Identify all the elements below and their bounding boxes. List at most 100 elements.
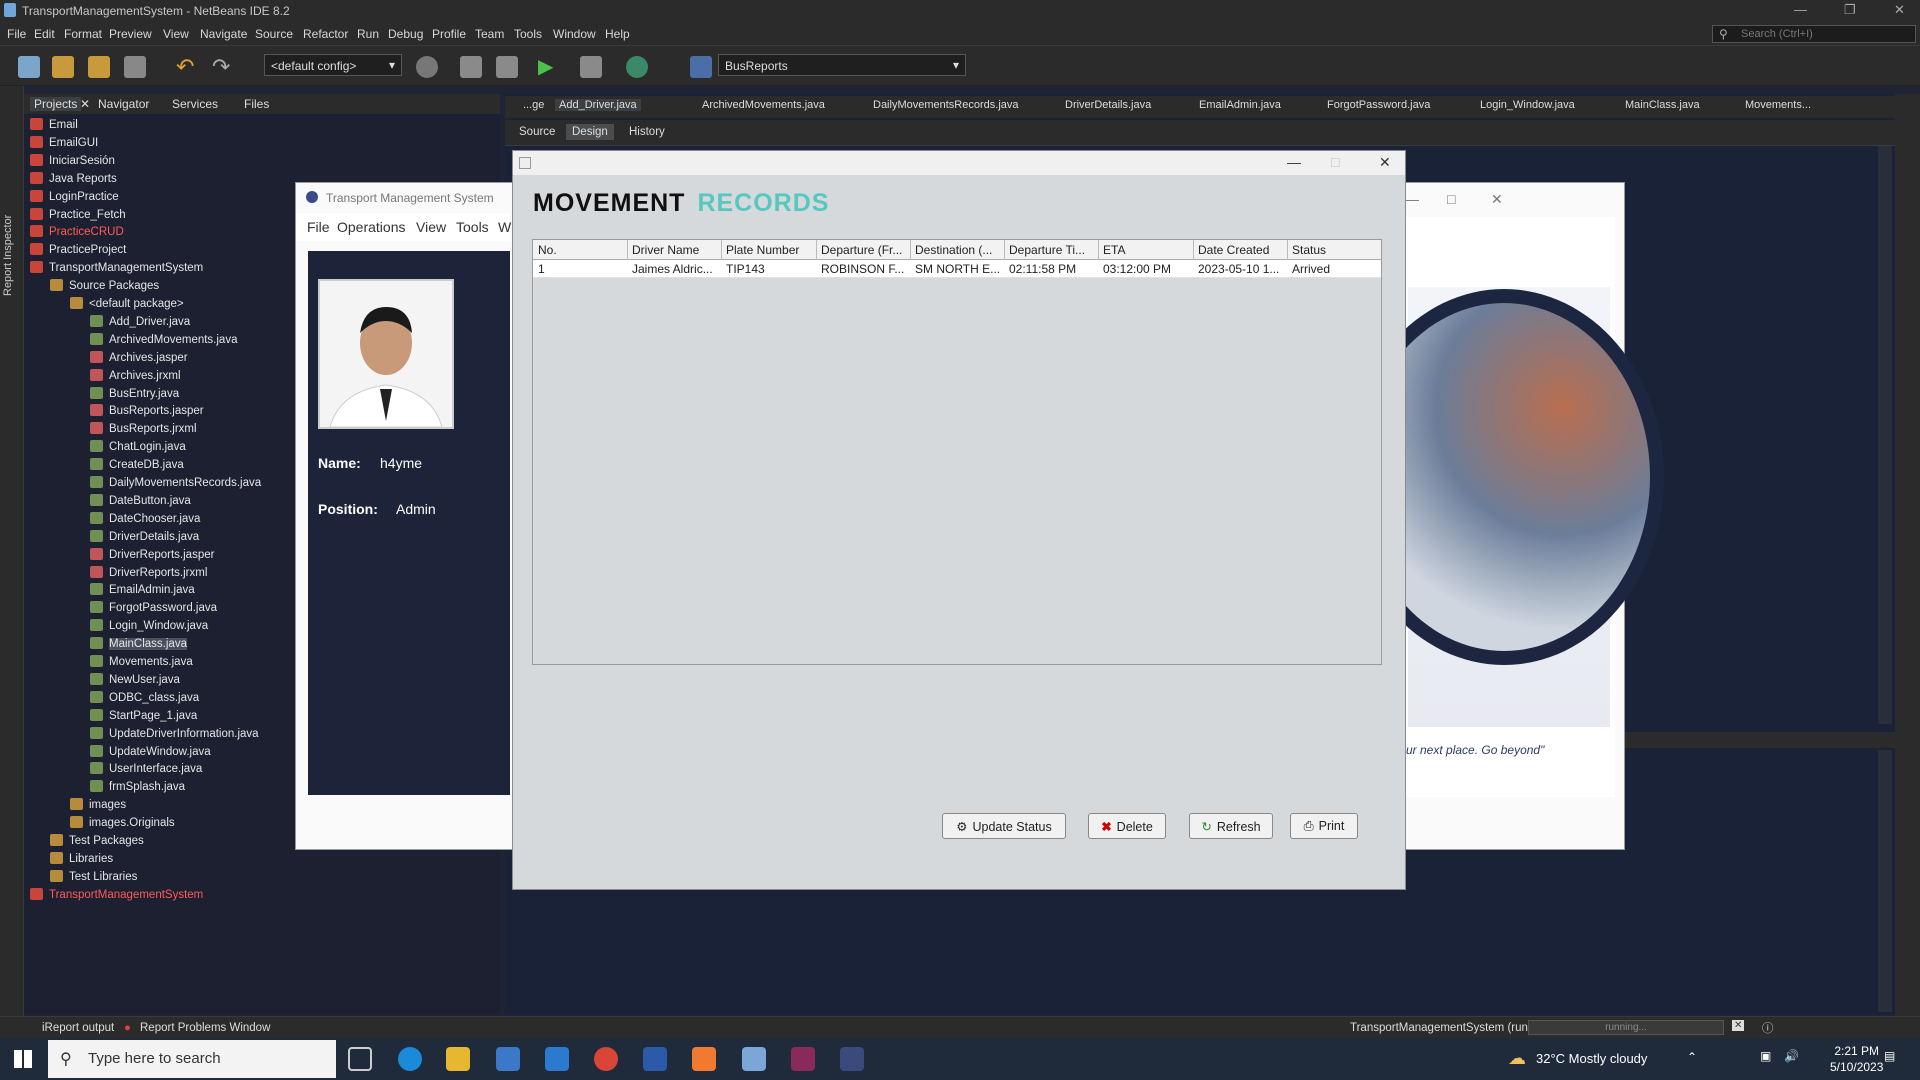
mail-icon[interactable] <box>545 1047 569 1071</box>
tree-item[interactable]: frmSplash.java <box>90 780 185 793</box>
tree-item[interactable]: PracticeCRUD <box>30 225 124 238</box>
menu-view[interactable]: View <box>163 27 189 41</box>
virtualbox-icon[interactable] <box>742 1047 766 1071</box>
tab-driver-details[interactable]: DriverDetails.java <box>1065 99 1151 111</box>
stop-run-icon[interactable]: ✕ <box>1732 1020 1745 1031</box>
source-button[interactable]: Source <box>513 124 561 140</box>
tab-login-window[interactable]: Login_Window.java <box>1480 99 1575 111</box>
tab-projects[interactable]: Projects <box>30 97 82 111</box>
menu-help[interactable]: Help <box>605 27 630 41</box>
editor-scrollbar[interactable] <box>1878 146 1892 724</box>
tree-item[interactable]: StartPage_1.java <box>90 708 197 722</box>
tree-item[interactable]: BusReports.jrxml <box>90 422 197 435</box>
tree-item[interactable]: CreateDB.java <box>90 458 184 471</box>
col-eta[interactable]: ETA <box>1103 243 1191 257</box>
report-icon[interactable] <box>690 56 712 78</box>
task-view-icon[interactable] <box>348 1047 372 1071</box>
menu-window[interactable]: Window <box>553 27 596 41</box>
network-icon[interactable]: ▣ <box>1760 1049 1771 1063</box>
undo-icon[interactable]: ↶ <box>176 56 198 78</box>
new-project-icon[interactable] <box>52 56 74 78</box>
refresh-button[interactable]: ↻ Refresh <box>1189 813 1273 839</box>
tree-item[interactable]: Add_Driver.java <box>90 314 190 328</box>
tree-item[interactable]: DailyMovementsRecords.java <box>90 476 261 489</box>
winrar-icon[interactable] <box>791 1047 815 1071</box>
config-select[interactable]: <default config> ▾ <box>264 54 402 76</box>
close-icon[interactable]: ✕ <box>80 97 90 111</box>
debug-icon[interactable] <box>580 56 602 78</box>
tab-add-driver[interactable]: Add_Driver.java <box>555 99 641 111</box>
xampp-icon[interactable] <box>692 1047 716 1071</box>
menu-run[interactable]: Run <box>357 27 379 41</box>
maximize-icon[interactable]: ❐ <box>1844 2 1856 18</box>
menu-file[interactable]: File <box>7 27 26 41</box>
tree-item[interactable]: Java Reports <box>30 171 117 185</box>
menu-tools[interactable]: Tools <box>514 27 542 41</box>
col-date-created[interactable]: Date Created <box>1198 243 1286 257</box>
tab-archived-movements[interactable]: ArchivedMovements.java <box>702 99 825 111</box>
new-file-icon[interactable] <box>18 56 40 78</box>
history-button[interactable]: History <box>623 124 671 140</box>
tree-item[interactable]: PracticeProject <box>30 243 126 256</box>
menu-format[interactable]: Format <box>64 27 102 41</box>
tab-forgot-password[interactable]: ForgotPassword.java <box>1327 99 1430 111</box>
tree-item[interactable]: Login_Window.java <box>90 619 208 632</box>
tree-item[interactable]: <default package> <box>70 297 184 310</box>
report-problems-tab[interactable]: Report Problems Window <box>140 1022 270 1034</box>
tree-item[interactable]: Archives.jrxml <box>90 368 181 382</box>
report-inspector-strip[interactable]: Report Inspector <box>0 86 24 1026</box>
ireport-output-tab[interactable]: iReport output <box>42 1022 114 1034</box>
col-destination[interactable]: Destination (... <box>915 243 1003 257</box>
tree-item[interactable]: DateButton.java <box>90 493 191 507</box>
minimize-icon[interactable]: — <box>1405 191 1419 207</box>
tree-item[interactable]: MainClass.java <box>90 637 187 651</box>
tree-item[interactable]: ChatLogin.java <box>90 440 186 453</box>
tree-item[interactable]: UpdateWindow.java <box>90 744 211 758</box>
tree-item[interactable]: UserInterface.java <box>90 762 202 775</box>
print-button[interactable]: ⎙ Print <box>1290 813 1358 839</box>
tree-item[interactable]: DriverReports.jasper <box>90 547 214 561</box>
run-icon[interactable]: ▶ <box>538 56 560 78</box>
col-status[interactable]: Status <box>1292 243 1380 257</box>
app-menu-window[interactable]: W <box>498 219 511 235</box>
taskbar-search[interactable]: ⚲ Type here to search <box>48 1040 336 1078</box>
build-icon[interactable] <box>460 56 482 78</box>
app-menu-tools[interactable]: Tools <box>456 219 489 235</box>
close-icon[interactable]: ✕ <box>1894 2 1905 18</box>
tree-item[interactable]: DriverDetails.java <box>90 529 199 543</box>
tab-daily-movements[interactable]: DailyMovementsRecords.java <box>873 99 1019 111</box>
minimize-icon[interactable]: — <box>1794 2 1807 17</box>
clean-build-icon[interactable] <box>496 56 518 78</box>
update-status-button[interactable]: ⚙ Update Status <box>942 813 1066 839</box>
col-plate-number[interactable]: Plate Number <box>726 243 816 257</box>
tree-item[interactable]: ArchivedMovements.java <box>90 332 237 346</box>
col-departure-time[interactable]: Departure Ti... <box>1009 243 1097 257</box>
tree-item[interactable]: UpdateDriverInformation.java <box>90 726 259 740</box>
notifications-icon[interactable]: ⓘ <box>1762 1020 1774 1036</box>
design-button[interactable]: Design <box>566 124 614 140</box>
volume-icon[interactable]: 🔊 <box>1784 1049 1799 1063</box>
menu-profile[interactable]: Profile <box>432 27 466 41</box>
tab-email-admin[interactable]: EmailAdmin.java <box>1199 99 1281 111</box>
movements-table[interactable]: No. Driver Name Plate Number Departure (… <box>532 239 1382 665</box>
tree-item[interactable]: BusReports.jasper <box>90 404 204 417</box>
app-menu-operations[interactable]: Operations <box>337 219 405 235</box>
report-inspector-label[interactable]: Report Inspector <box>2 215 14 296</box>
tree-item[interactable]: BusEntry.java <box>90 386 179 400</box>
notification-center-icon[interactable]: ▤ <box>1884 1049 1895 1063</box>
close-icon[interactable]: ✕ <box>1491 191 1503 208</box>
tree-item[interactable]: images <box>70 798 126 811</box>
tab-ge[interactable]: ...ge <box>523 99 544 111</box>
tree-item[interactable]: EmailAdmin.java <box>90 583 195 596</box>
app-menu-view[interactable]: View <box>416 219 446 235</box>
tree-item[interactable]: NewUser.java <box>90 672 180 686</box>
store-icon[interactable] <box>496 1047 520 1071</box>
tree-item[interactable]: TransportManagementSystem <box>30 261 203 274</box>
tree-item[interactable]: EmailGUI <box>30 135 98 149</box>
open-project-icon[interactable] <box>88 56 110 78</box>
tree-item[interactable]: Archives.jasper <box>90 350 188 364</box>
file-explorer-icon[interactable] <box>446 1047 470 1071</box>
tray-chevron-icon[interactable]: ⌃ <box>1687 1050 1697 1064</box>
tree-item[interactable]: DateChooser.java <box>90 511 200 525</box>
tree-item[interactable]: Test Packages <box>50 834 144 847</box>
